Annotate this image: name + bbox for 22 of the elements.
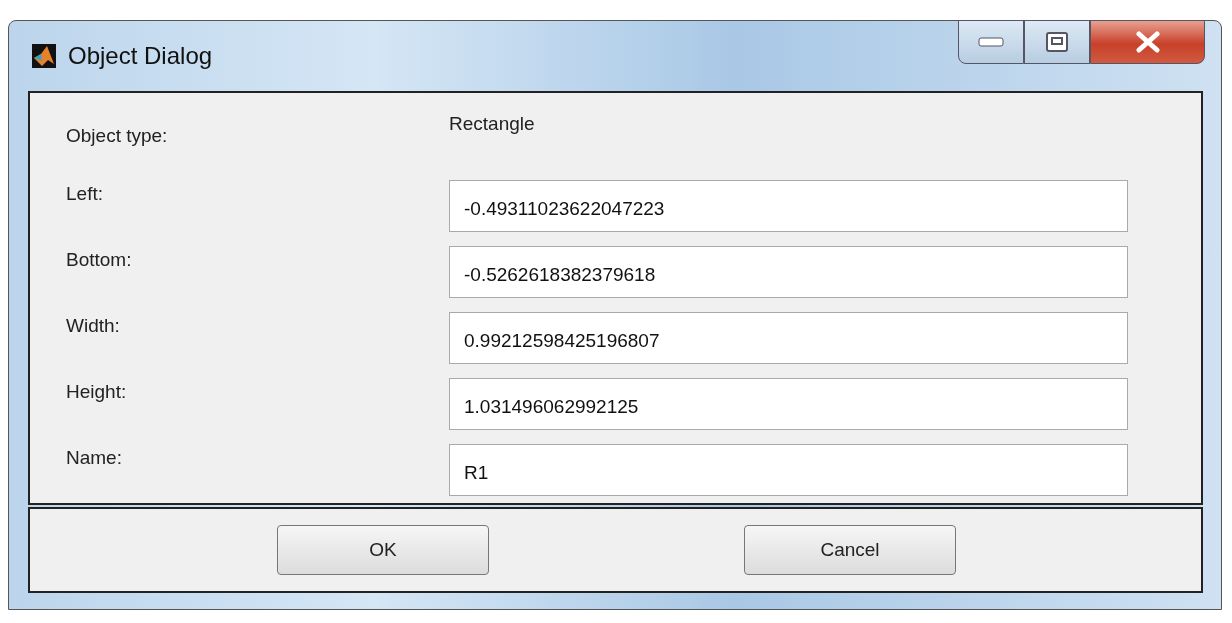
field-label: Width: [66, 314, 121, 337]
window-title: Object Dialog [68, 42, 213, 70]
minimize-icon [978, 37, 1004, 47]
field-label: Object type: [66, 124, 169, 147]
object-type-value: Rectangle [449, 113, 535, 135]
close-button[interactable] [1090, 20, 1205, 64]
ok-button[interactable]: OK [277, 525, 489, 575]
minimize-button[interactable] [958, 20, 1024, 64]
app-icon [32, 44, 56, 68]
input-field[interactable]: -0.5262618382379618 [449, 246, 1128, 298]
field-label: Height: [66, 380, 128, 403]
maximize-icon [1046, 32, 1068, 52]
cancel-button[interactable]: Cancel [744, 525, 956, 575]
field-label: Bottom: [66, 248, 133, 271]
maximize-button[interactable] [1024, 20, 1090, 64]
input-field[interactable]: 0.99212598425196807 [449, 312, 1128, 364]
field-label: Name: [66, 446, 123, 469]
field-label: Left: [66, 182, 104, 205]
input-field[interactable]: 1.031496062992125 [449, 378, 1128, 430]
close-icon [1134, 31, 1161, 53]
input-field[interactable]: -0.49311023622047223 [449, 180, 1128, 232]
input-field[interactable]: R1 [449, 444, 1128, 496]
